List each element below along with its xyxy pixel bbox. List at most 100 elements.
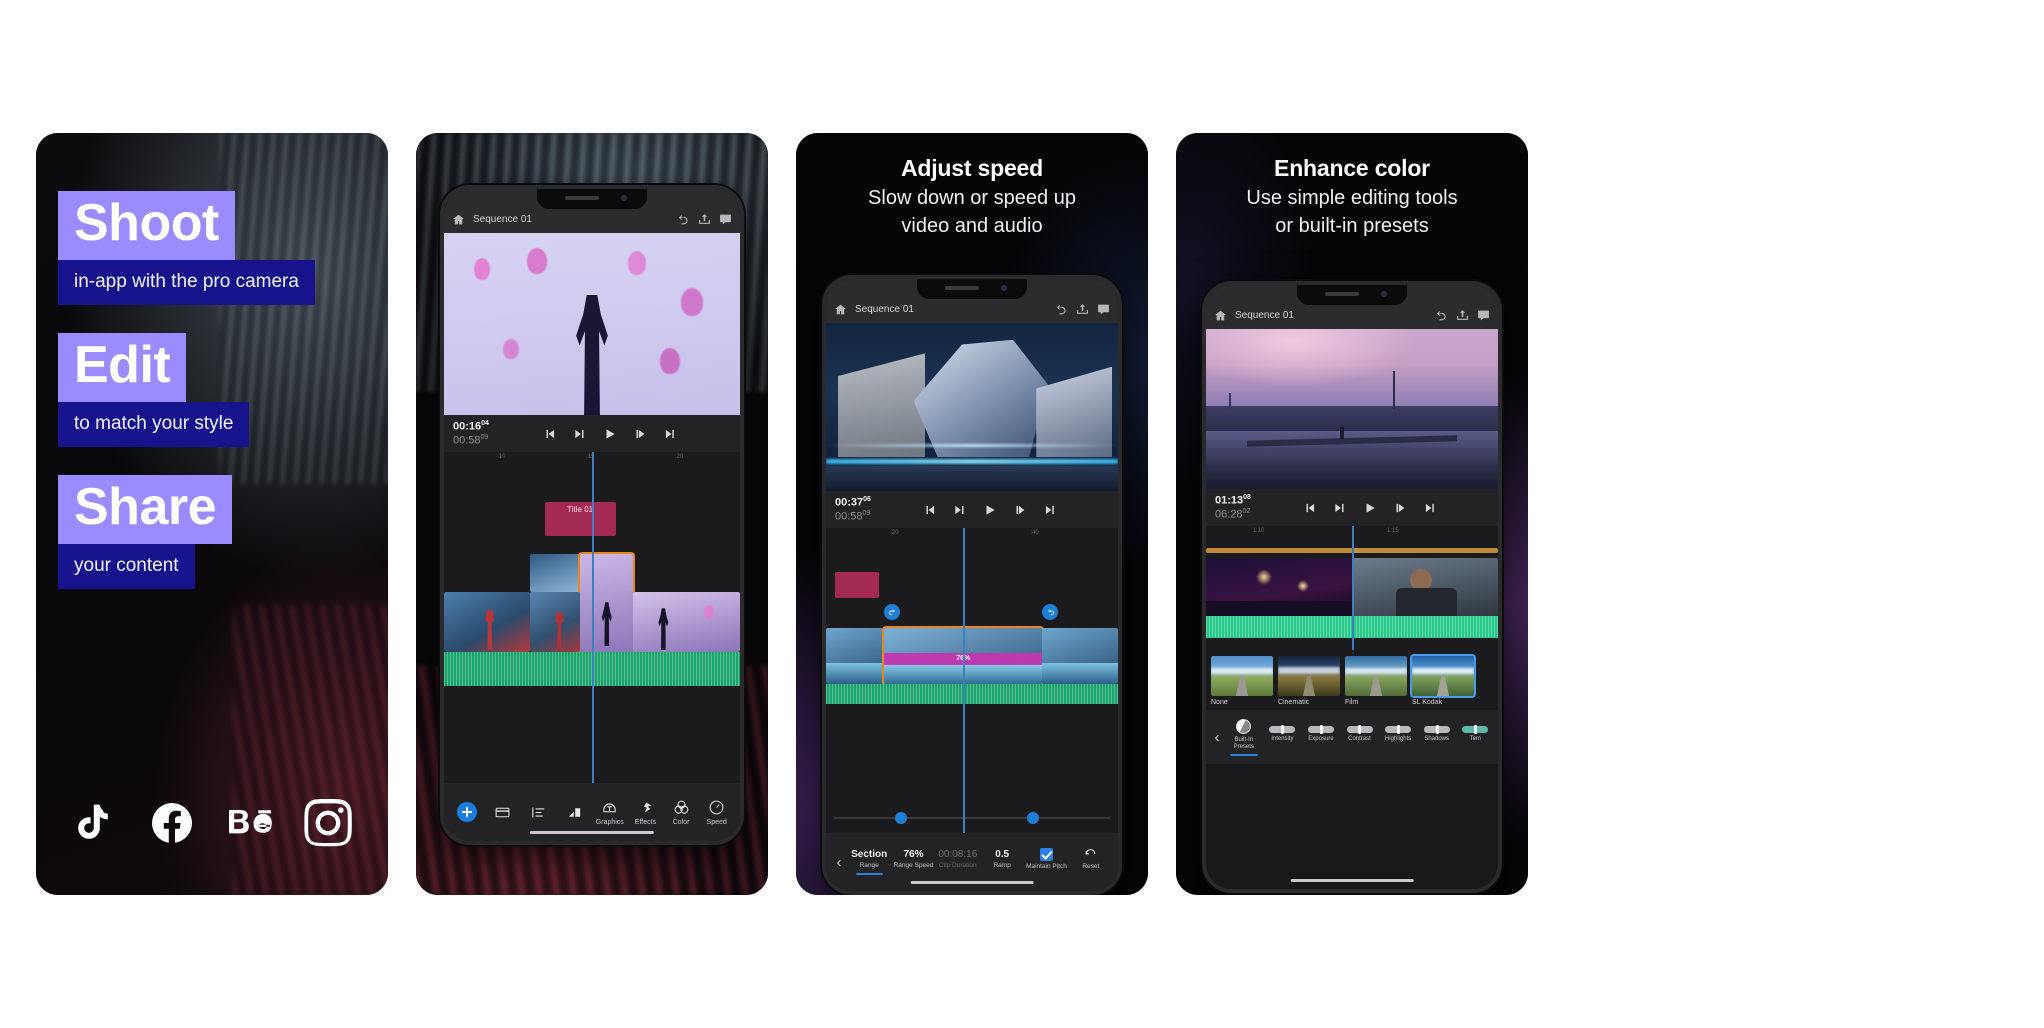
go-to-end-button[interactable] [1423, 501, 1437, 515]
undo-icon[interactable] [1435, 309, 1448, 322]
reset-control[interactable]: Reset [1070, 848, 1112, 875]
contrast-control[interactable]: Contrast [1341, 725, 1379, 748]
timeline-clip-fireworks[interactable] [1206, 558, 1352, 617]
step-forward-button[interactable] [633, 427, 647, 441]
intensity-control[interactable]: Intensity [1264, 725, 1302, 748]
timeline-panel[interactable]: :10 :15 :20 Title 01 [444, 452, 740, 783]
timeline-clip-right[interactable] [1042, 628, 1118, 685]
comment-icon[interactable] [1097, 303, 1110, 316]
temperature-slider[interactable] [1462, 725, 1489, 735]
range-slider-track[interactable] [834, 812, 1110, 824]
graphics-icon [601, 799, 618, 816]
program-monitor[interactable] [826, 323, 1118, 491]
ramp-control[interactable]: 0.5 Ramp [981, 849, 1023, 874]
transform-tool-button[interactable] [558, 804, 591, 821]
preset-sl-kodak[interactable]: SL Kodak [1410, 654, 1476, 706]
comment-icon[interactable] [719, 213, 732, 226]
timeline-clip-v1-a[interactable] [444, 592, 530, 653]
undo-icon[interactable] [1055, 303, 1068, 316]
speed-range-label: Range [859, 862, 879, 870]
color-presets-row[interactable]: None Cinematic Film SL Kodak [1206, 650, 1498, 711]
play-button[interactable] [983, 503, 997, 517]
built-in-presets-control[interactable]: Built-In Presets [1225, 716, 1263, 756]
speed-handle-right[interactable] [1042, 604, 1059, 621]
go-to-end-button[interactable] [663, 427, 677, 441]
panel-enhance-color: Enhance color Use simple editing tools o… [1176, 133, 1528, 895]
timeline-clip-portrait[interactable] [1352, 558, 1498, 617]
timeline-clip-v2-a[interactable] [529, 554, 581, 593]
speed-tool-button[interactable]: Speed [700, 799, 733, 826]
home-indicator [910, 881, 1034, 884]
highlights-slider[interactable] [1385, 725, 1412, 735]
behance-icon[interactable] [226, 799, 274, 847]
range-slider-thumb-left[interactable] [894, 812, 907, 824]
undo-icon[interactable] [677, 213, 690, 226]
go-to-start-button[interactable] [1303, 501, 1317, 515]
comment-icon[interactable] [1477, 309, 1490, 322]
temperature-control[interactable]: Tem [1456, 725, 1494, 748]
share-icon[interactable] [698, 213, 711, 226]
range-speed-control[interactable]: 76% Range Speed [892, 849, 934, 874]
preset-none[interactable]: None [1211, 656, 1273, 706]
go-to-start-button[interactable] [543, 427, 557, 441]
tiktok-icon[interactable] [70, 799, 118, 847]
back-chevron-icon[interactable]: ‹ [832, 854, 846, 871]
clip-tool-button[interactable] [487, 804, 520, 821]
speed-range-control[interactable]: Section Range [848, 849, 890, 876]
timeline-clip-selected[interactable] [578, 552, 636, 655]
timeline-playhead[interactable] [592, 452, 594, 783]
speed-handle-left[interactable] [884, 604, 901, 621]
step-back-button[interactable] [1333, 501, 1347, 515]
timeline-ruler[interactable]: :20 :40 [826, 528, 1118, 542]
shadows-slider[interactable] [1423, 725, 1450, 735]
range-slider-thumb-right[interactable] [1027, 812, 1040, 824]
ramp-value: 0.5 [995, 849, 1010, 861]
step-forward-button[interactable] [1393, 501, 1407, 515]
program-monitor[interactable] [1206, 329, 1498, 489]
timeline-audio-track[interactable] [826, 684, 1118, 705]
effects-tool-button[interactable]: Effects [629, 799, 662, 826]
play-button[interactable] [1363, 501, 1377, 515]
timeline-clip-v1-b[interactable] [529, 592, 581, 653]
audio-tool-button[interactable] [522, 804, 555, 821]
maintain-pitch-control[interactable]: Maintain Pitch [1025, 848, 1067, 875]
maintain-pitch-checkbox[interactable] [1039, 848, 1053, 862]
timeline-clip-title[interactable] [834, 572, 879, 599]
step-back-button[interactable] [953, 503, 967, 517]
timeline-panel[interactable]: 1:10 1:15 [1206, 526, 1498, 651]
exposure-control[interactable]: Exposure [1302, 725, 1340, 748]
timeline-playhead[interactable] [963, 528, 966, 833]
timeline-clip-left[interactable] [826, 628, 885, 685]
home-icon[interactable] [1214, 309, 1227, 322]
exposure-slider[interactable] [1307, 725, 1334, 735]
back-chevron-icon[interactable]: ‹ [1210, 729, 1224, 746]
share-icon[interactable] [1456, 309, 1469, 322]
preset-cinematic[interactable]: Cinematic [1278, 656, 1340, 706]
intensity-slider[interactable] [1269, 725, 1296, 735]
timeline-panel[interactable]: :20 :40 [826, 528, 1118, 833]
facebook-icon[interactable] [148, 799, 196, 847]
timeline-clip-v1-c[interactable] [633, 592, 740, 653]
add-media-button[interactable] [451, 802, 484, 822]
share-icon[interactable] [1076, 303, 1089, 316]
play-button[interactable] [603, 427, 617, 441]
timeline-clip-title[interactable]: Title 01 [544, 502, 616, 537]
program-monitor[interactable] [444, 233, 740, 415]
home-icon[interactable] [452, 213, 465, 226]
panel3-title: Adjust speed [900, 155, 1043, 181]
go-to-start-button[interactable] [923, 503, 937, 517]
graphics-tool-button[interactable]: Graphics [594, 799, 627, 826]
preset-film[interactable]: Film [1345, 656, 1407, 706]
step-back-button[interactable] [573, 427, 587, 441]
go-to-end-button[interactable] [1043, 503, 1057, 517]
highlights-control[interactable]: Highlights [1379, 725, 1417, 748]
timeline-playhead[interactable] [1352, 526, 1354, 651]
shadows-control[interactable]: Shadows [1418, 725, 1456, 748]
contrast-slider[interactable] [1346, 725, 1373, 735]
ruler-tick: :10 [497, 454, 506, 461]
color-tool-button[interactable]: Color [665, 799, 698, 826]
step-forward-button[interactable] [1013, 503, 1027, 517]
speed-range-value: Section [851, 849, 888, 861]
home-icon[interactable] [834, 303, 847, 316]
instagram-icon[interactable] [304, 799, 352, 847]
